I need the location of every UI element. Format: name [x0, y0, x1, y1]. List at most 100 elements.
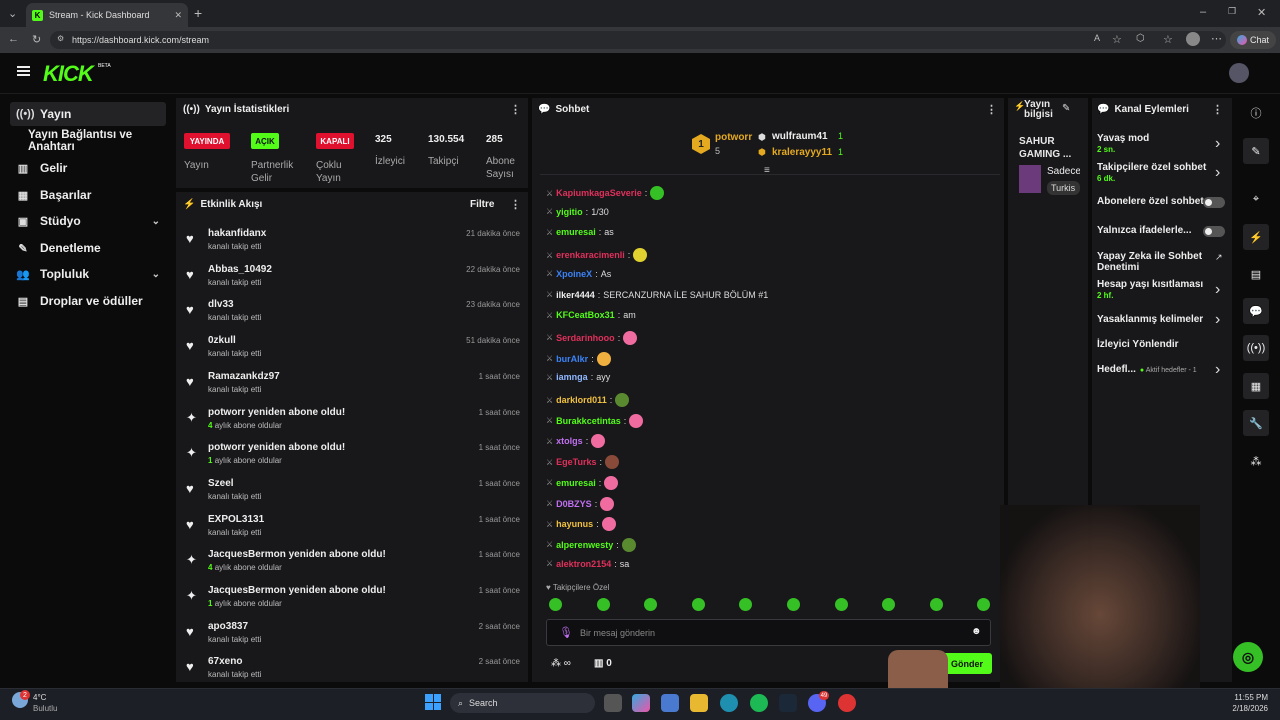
tab-list-icon[interactable]: ⌄ — [8, 7, 17, 20]
channel-action-item[interactable]: Yavaş mod 2 sn. — [1097, 133, 1225, 155]
chat-username[interactable]: erenkaracimenli — [556, 250, 625, 260]
stats-more-icon[interactable]: ⋮ — [510, 103, 521, 116]
top-gifter-name[interactable]: potworr — [715, 132, 752, 143]
activity-name[interactable]: Szeel — [208, 478, 234, 489]
toggle-switch[interactable] — [1203, 197, 1225, 208]
quick-emote-icon[interactable] — [549, 598, 562, 611]
chat-username[interactable]: EgeTurks — [556, 457, 596, 467]
spotify-icon[interactable] — [750, 694, 768, 712]
new-tab-icon[interactable]: + — [194, 5, 202, 21]
scan-icon[interactable]: ⌖ — [1243, 186, 1269, 212]
activity-name[interactable]: potworr yeniden abone oldu! — [208, 407, 345, 418]
chat-more-icon[interactable]: ⋮ — [986, 103, 997, 116]
copilot-icon[interactable] — [632, 694, 650, 712]
steam-icon[interactable] — [779, 694, 797, 712]
reload-icon[interactable]: ↻ — [32, 33, 41, 46]
info-circle-icon[interactable]: ⓘ — [1243, 100, 1269, 126]
chevron-right-icon[interactable]: › — [1215, 164, 1220, 182]
sidebar-item-studyo[interactable]: ▣ Stüdyo ⌄ — [10, 209, 166, 233]
lightning-icon[interactable]: ⚡ — [1243, 224, 1269, 250]
file-explorer-icon[interactable] — [690, 694, 708, 712]
wrench-icon[interactable]: 🔧 — [1243, 410, 1269, 436]
edit-pencil-icon[interactable]: ✎ — [1062, 103, 1070, 114]
channel-action-item[interactable]: İzleyici Yönlendir — [1097, 339, 1225, 350]
document-icon[interactable]: ▤ — [1243, 261, 1269, 287]
sidebar-item-stream-key[interactable]: Yayın Bağlantısı ve Anahtarı — [22, 129, 178, 153]
filter-button[interactable]: Filtre — [470, 199, 494, 210]
chat-username[interactable]: D0BZYS — [556, 499, 592, 509]
channel-action-item[interactable]: Yasaklanmış kelimeler — [1097, 314, 1225, 325]
chat-username[interactable]: Serdarinhooo — [556, 333, 615, 343]
send-button[interactable]: Gönder — [942, 653, 992, 674]
community-icon[interactable]: ⁂ — [1243, 448, 1269, 474]
activity-name[interactable]: JacquesBermon yeniden abone oldu! — [208, 585, 386, 596]
chat-username[interactable]: Burakkcetintas — [556, 416, 621, 426]
menu-icon[interactable] — [17, 66, 30, 76]
activity-name[interactable]: Abbas_10492 — [208, 264, 272, 275]
extensions-icon[interactable]: ⬡ — [1136, 33, 1145, 44]
taskbar-search[interactable]: ⌕ Search — [450, 693, 595, 713]
sidebar-item-topluluk[interactable]: 👥 Topluluk ⌄ — [10, 262, 166, 286]
site-info-icon[interactable]: ⚙ — [57, 34, 64, 43]
chevron-right-icon[interactable]: › — [1215, 311, 1220, 329]
chat-username[interactable]: yigitio — [556, 207, 583, 217]
chat-username[interactable]: ilker4444 — [556, 290, 595, 300]
edge-icon[interactable] — [720, 694, 738, 712]
support-button[interactable]: ◎ — [1233, 642, 1263, 672]
sidebar-item-basarilar[interactable]: ▦ Başarılar — [10, 183, 166, 207]
chat-username[interactable]: KFCeatBox31 — [556, 310, 615, 320]
chat-username[interactable]: hayunus — [556, 519, 593, 529]
profile-avatar[interactable] — [1186, 32, 1200, 46]
activity-name[interactable]: EXPOL3131 — [208, 514, 264, 525]
quick-emote-icon[interactable] — [596, 598, 610, 611]
favorite-star-icon[interactable]: ☆ — [1112, 33, 1122, 46]
points-icon[interactable]: ⁂ ∞ — [551, 658, 571, 669]
sidebar-item-denetleme[interactable]: ✎ Denetleme — [10, 236, 166, 260]
back-icon[interactable]: ← — [8, 33, 19, 45]
windows-start-icon[interactable] — [425, 694, 441, 710]
chevron-right-icon[interactable]: › — [1215, 281, 1220, 299]
quick-emote-icon[interactable] — [787, 598, 800, 611]
chat-icon[interactable]: 💬 — [1243, 298, 1269, 324]
copilot-chat-button[interactable]: Chat — [1230, 31, 1276, 49]
user-avatar[interactable] — [1229, 63, 1249, 83]
sidebar-item-gelir[interactable]: ▥ Gelir — [10, 156, 166, 180]
chat-username[interactable]: alperenwesty — [556, 540, 613, 550]
activity-name[interactable]: hakanfidanx — [208, 228, 266, 239]
sidebar-item-yayin[interactable]: ((•)) Yayın — [10, 102, 166, 126]
toggle-switch[interactable] — [1203, 226, 1225, 237]
chat-username[interactable]: emuresai — [556, 478, 596, 488]
chat-username[interactable]: xtolgs — [556, 436, 583, 446]
quick-emote-icon[interactable] — [691, 598, 705, 611]
clock-time[interactable]: 11:55 PM — [1232, 693, 1268, 702]
chat-username[interactable]: iamnga — [556, 372, 588, 382]
pinned-icon[interactable]: ▥ 0 — [594, 658, 612, 669]
activity-name[interactable]: Ramazankdz97 — [208, 371, 280, 382]
channel-action-item[interactable]: Hedefl... ● Aktif hedefler - 1 — [1097, 364, 1225, 376]
url-input[interactable]: https://dashboard.kick.com/stream — [50, 31, 1226, 49]
chat-username[interactable]: burAlkr — [556, 354, 588, 364]
pencil-icon[interactable]: ✎ — [1243, 138, 1269, 164]
emoji-icon[interactable]: ☻ — [971, 626, 982, 637]
kick-logo[interactable]: KICK — [43, 61, 94, 87]
chat-input[interactable]: 🎙 Bir mesaj gönderin ☻ — [546, 619, 991, 646]
channel-actions-more-icon[interactable]: ⋮ — [1212, 103, 1223, 116]
chat-username[interactable]: darklord011 — [556, 395, 607, 405]
channel-action-item[interactable]: Hesap yaşı kısıtlaması 2 hf. — [1097, 279, 1225, 301]
sidebar-item-droplar[interactable]: ▤ Droplar ve ödüller — [10, 289, 166, 313]
minimize-icon[interactable]: – — [1200, 6, 1206, 18]
chevron-right-icon[interactable]: › — [1215, 361, 1220, 379]
restore-icon[interactable]: ❐ — [1228, 6, 1236, 17]
activity-name[interactable]: JacquesBermon yeniden abone oldu! — [208, 549, 386, 560]
gifter-name[interactable]: kralerayyy11 — [772, 147, 832, 158]
mic-icon[interactable]: 🎙 — [559, 626, 573, 639]
window-close-icon[interactable]: ✕ — [1257, 6, 1266, 19]
close-tab-icon[interactable]: ✕ — [174, 10, 182, 21]
queue-icon[interactable]: ▦ — [1243, 373, 1269, 399]
read-aloud-icon[interactable]: A — [1094, 33, 1100, 43]
activity-name[interactable]: potworr yeniden abone oldu! — [208, 442, 345, 453]
broadcast-icon[interactable]: ((•)) — [1243, 335, 1269, 361]
app-icon[interactable] — [838, 694, 856, 712]
activity-name[interactable]: apo3837 — [208, 621, 248, 632]
browser-tab[interactable]: K Stream - Kick Dashboard ✕ — [26, 3, 188, 27]
